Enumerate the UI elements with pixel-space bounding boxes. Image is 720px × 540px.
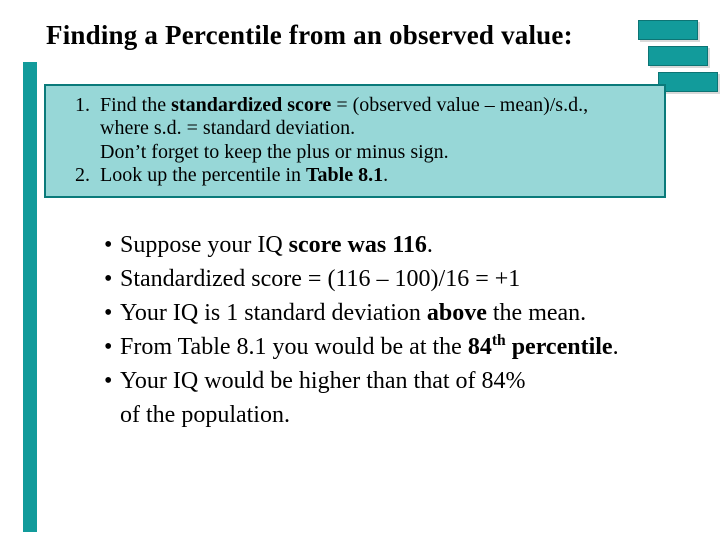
list-body: From Table 8.1 you would be at the 84th … [120, 330, 619, 364]
left-sidebar-accent [23, 62, 37, 532]
text: where s.d. = standard deviation. [100, 117, 355, 139]
text: 84 [468, 334, 492, 360]
text-strong: above [427, 300, 487, 326]
text: From Table 8.1 you would be at the [120, 334, 468, 360]
list-body: Look up the percentile in Table 8.1. [100, 164, 588, 187]
text: Your IQ would be higher than that of 84% [120, 368, 526, 394]
text: percentile [506, 334, 613, 360]
list-item: • Your IQ is 1 standard deviation above … [104, 296, 619, 330]
steps-list: 1. Find the standardized score = (observ… [56, 94, 588, 188]
list-item: • Suppose your IQ score was 116. [104, 228, 619, 262]
list-body: Suppose your IQ score was 116. [120, 228, 433, 262]
list-body: Your IQ would be higher than that of 84%… [120, 364, 526, 432]
text: Find the [100, 94, 171, 116]
superscript: th [492, 332, 506, 349]
steps-callout-box: 1. Find the standardized score = (observ… [44, 84, 666, 198]
text: = (observed value – mean)/s.d., [331, 94, 588, 116]
bullet-list: • Suppose your IQ score was 116. • Stand… [104, 228, 619, 432]
text: Suppose your IQ [120, 232, 289, 258]
list-number: 1. [56, 94, 100, 164]
text: Your IQ is 1 standard deviation [120, 300, 427, 326]
text: Standardized score = (116 – 100)/16 = +1 [120, 266, 520, 292]
text: Look up the percentile in [100, 164, 306, 186]
list-item: • From Table 8.1 you would be at the 84t… [104, 330, 619, 364]
bullet-dot: • [104, 296, 120, 330]
text: . [613, 334, 619, 360]
text: . [427, 232, 433, 258]
text: the mean. [487, 300, 586, 326]
list-number: 2. [56, 164, 100, 187]
text-strong: standardized score [171, 94, 331, 116]
text-strong: 84th percentile [468, 334, 613, 360]
bullet-dot: • [104, 262, 120, 296]
list-body: Find the standardized score = (observed … [100, 94, 588, 164]
text-strong: score was 116 [289, 232, 427, 258]
list-body: Your IQ is 1 standard deviation above th… [120, 296, 586, 330]
text: of the population. [120, 402, 290, 428]
list-item: 1. Find the standardized score = (observ… [56, 94, 588, 164]
list-item: • Standardized score = (116 – 100)/16 = … [104, 262, 619, 296]
text: . [383, 164, 388, 186]
list-item: 2. Look up the percentile in Table 8.1. [56, 164, 588, 187]
bullet-dot: • [104, 228, 120, 262]
text: Don’t forget to keep the plus or minus s… [100, 141, 449, 163]
ribbon-bar [638, 20, 698, 40]
ribbon-bar [658, 72, 718, 92]
bullet-dot: • [104, 364, 120, 432]
list-item: • Your IQ would be higher than that of 8… [104, 364, 619, 432]
list-body: Standardized score = (116 – 100)/16 = +1 [120, 262, 520, 296]
page-title: Finding a Percentile from an observed va… [46, 20, 573, 51]
bullet-dot: • [104, 330, 120, 364]
ribbon-bar [648, 46, 708, 66]
text-strong: Table 8.1 [306, 164, 383, 186]
